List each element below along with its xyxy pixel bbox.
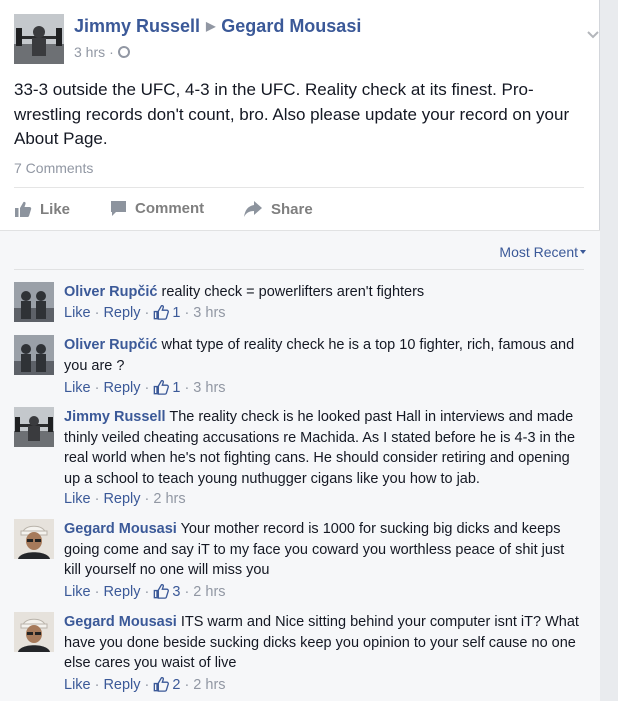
comment-like-link[interactable]: Like <box>64 584 91 600</box>
like-label: Like <box>40 201 71 218</box>
post-meta: 3 hrs · <box>74 44 130 60</box>
commenter-avatar[interactable] <box>14 612 54 652</box>
share-arrow-icon <box>244 201 262 217</box>
comment-button[interactable]: Comment <box>110 200 204 217</box>
comment-body: Gegard Mousasi ITS warm and Nice sitting… <box>64 612 584 674</box>
commenter-avatar[interactable] <box>14 335 54 375</box>
thumbs-up-icon <box>154 584 170 599</box>
page-background <box>600 0 618 701</box>
post-actions: Like Comment Share <box>14 200 584 222</box>
comment-timestamp[interactable]: 2 hrs <box>153 491 185 507</box>
thumbs-up-icon <box>154 380 170 395</box>
share-label: Share <box>271 201 313 218</box>
post-names: Jimmy Russell ▶ Gegard Mousasi <box>74 16 361 37</box>
like-button[interactable]: Like <box>14 200 70 218</box>
comment-like-link[interactable]: Like <box>64 491 91 507</box>
share-button[interactable]: Share <box>243 200 313 218</box>
comment-author-link[interactable]: Oliver Rupčić <box>64 337 157 353</box>
comment-like-count[interactable]: 1 <box>172 305 180 321</box>
divider <box>14 269 584 270</box>
comment-timestamp[interactable]: 2 hrs <box>193 677 225 693</box>
commenter-avatar[interactable] <box>14 407 54 447</box>
arrow-right-icon: ▶ <box>206 19 216 33</box>
chevron-down-icon[interactable] <box>586 28 600 42</box>
comment-body: Oliver Rupčić what type of reality check… <box>64 335 584 376</box>
comment-reply-link[interactable]: Reply <box>103 305 140 321</box>
comment-author-link[interactable]: Gegard Mousasi <box>64 614 177 630</box>
commenter-avatar[interactable] <box>14 282 54 322</box>
comment-text: reality check = powerlifters aren't figh… <box>161 284 425 300</box>
comment-meta: Like · Reply · 1 · 3 hrs <box>64 380 226 396</box>
comment-timestamp[interactable]: 2 hrs <box>193 584 225 600</box>
comment-author-link[interactable]: Jimmy Russell <box>64 409 166 425</box>
post-author-link[interactable]: Jimmy Russell <box>74 16 200 36</box>
post-card: Jimmy Russell ▶ Gegard Mousasi 3 hrs · 33-3… <box>0 0 600 701</box>
comment-body: Gegard Mousasi Your mother record is 100… <box>64 519 584 581</box>
comment-author-link[interactable]: Gegard Mousasi <box>64 521 177 537</box>
comment-bubble-icon <box>111 201 126 216</box>
comment-body: Oliver Rupčić reality check = powerlifte… <box>64 282 584 303</box>
globe-icon[interactable] <box>117 46 130 58</box>
comment-like-link[interactable]: Like <box>64 677 91 693</box>
comments-section: Most Recent Oliver Rupčić reality check … <box>0 230 600 701</box>
comment-reply-link[interactable]: Reply <box>103 677 140 693</box>
comment-label: Comment <box>135 200 205 217</box>
thumbs-up-icon <box>15 201 32 217</box>
sort-dropdown[interactable]: Most Recent <box>499 244 586 260</box>
comment-timestamp[interactable]: 3 hrs <box>193 305 225 321</box>
thumbs-up-icon <box>154 677 170 692</box>
comment-body: Jimmy Russell The reality check is he lo… <box>64 407 584 489</box>
post-text: 33-3 outside the UFC, 4-3 in the UFC. Re… <box>14 80 570 148</box>
comment-count-link[interactable]: 7 Comments <box>14 160 93 176</box>
comment-meta: Like · Reply · 2 · 2 hrs <box>64 677 226 693</box>
post-header: Jimmy Russell ▶ Gegard Mousasi 3 hrs · <box>14 14 599 66</box>
post-timestamp[interactable]: 3 hrs <box>74 44 105 60</box>
comment-reply-link[interactable]: Reply <box>103 491 140 507</box>
caret-down-icon <box>580 250 586 254</box>
sort-label: Most Recent <box>499 244 578 260</box>
comment-meta: Like · Reply · 3 · 2 hrs <box>64 584 226 600</box>
comment-reply-link[interactable]: Reply <box>103 380 140 396</box>
comment-like-count[interactable]: 1 <box>172 380 180 396</box>
divider <box>14 187 584 188</box>
comment-timestamp[interactable]: 3 hrs <box>193 380 225 396</box>
comment-author-link[interactable]: Oliver Rupčić <box>64 284 157 300</box>
comment-meta: Like · Reply · 2 hrs <box>64 491 186 507</box>
post-target-link[interactable]: Gegard Mousasi <box>221 16 361 36</box>
meta-separator: · <box>109 44 114 60</box>
comment-like-count[interactable]: 2 <box>172 677 180 693</box>
author-avatar[interactable] <box>14 14 64 64</box>
comment-reply-link[interactable]: Reply <box>103 584 140 600</box>
comment-like-link[interactable]: Like <box>64 305 91 321</box>
thumbs-up-icon <box>154 305 170 320</box>
comment-meta: Like · Reply · 1 · 3 hrs <box>64 305 226 321</box>
comment-like-link[interactable]: Like <box>64 380 91 396</box>
commenter-avatar[interactable] <box>14 519 54 559</box>
comment-like-count[interactable]: 3 <box>172 584 180 600</box>
